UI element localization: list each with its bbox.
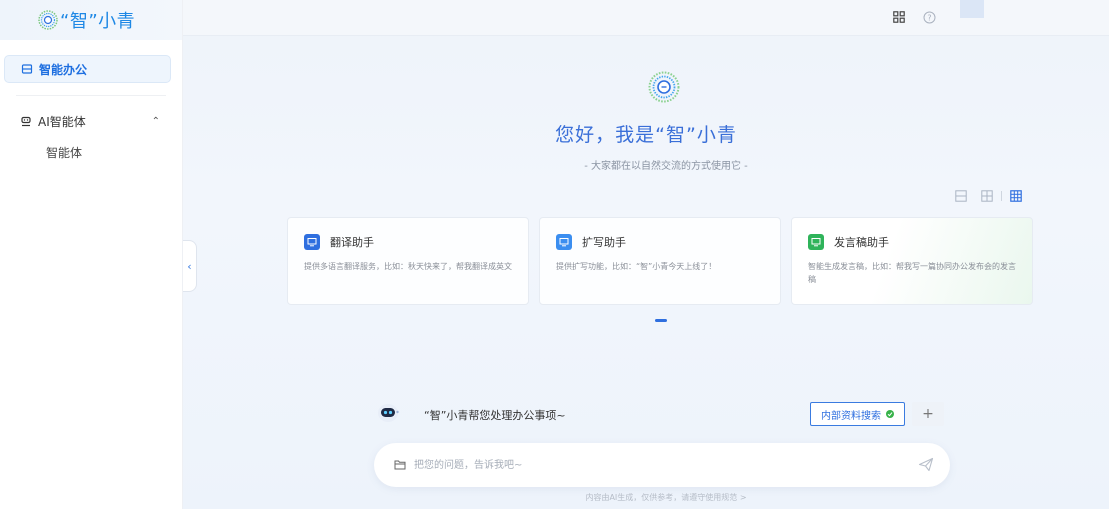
assistant-cards: 翻译助手 提供多语言翻译服务，比如：秋天快来了，帮我翻译成英文 扩写助手 提供扩… <box>287 217 1033 305</box>
ai-disclaimer[interactable]: 内容由AI生成，仅供参考，请遵守使用规范 > <box>183 492 1109 503</box>
send-icon[interactable] <box>918 457 934 472</box>
assistant-prompt-row: “智”小青帮您处理办公事项~ 内部资料搜索 + <box>376 402 951 426</box>
internal-search-button[interactable]: 内部资料搜索 <box>810 402 905 426</box>
topbar: ? <box>183 0 1109 36</box>
card-translation-assistant[interactable]: 翻译助手 提供多语言翻译服务，比如：秋天快来了，帮我翻译成英文 <box>287 217 529 305</box>
collapse-sidebar-button[interactable]: ‹ <box>183 240 197 292</box>
assistant-prompt-text: “智”小青帮您处理办公事项~ <box>424 409 566 422</box>
sidebar-divider <box>16 95 166 96</box>
card-title: 扩写助手 <box>582 236 626 249</box>
avatar[interactable] <box>960 0 984 18</box>
card-expansion-assistant[interactable]: 扩写助手 提供扩写功能，比如：“智”小青今天上线了！ <box>539 217 781 305</box>
sidebar-item-label: 智能办公 <box>39 62 88 77</box>
card-title: 发言稿助手 <box>834 236 889 249</box>
card-header: 发言稿助手 <box>808 234 1016 250</box>
chevron-up-icon[interactable]: ⌃ <box>152 116 160 127</box>
sidebar: “智”小青 智能办公 AI智能体 ⌃ 智能体 <box>0 0 183 509</box>
check-circle-icon <box>886 410 894 418</box>
office-icon <box>21 64 33 74</box>
card-title: 翻译助手 <box>330 236 374 249</box>
main-area: ? ‹ 您好，我是“智”小青 - 大家都在以自然交流的方式使用它 - 翻译助手 … <box>183 0 1109 509</box>
folder-icon[interactable] <box>394 459 406 470</box>
toggle-separator <box>1001 191 1002 201</box>
help-icon[interactable]: ? <box>923 11 936 24</box>
view-toggle-group <box>955 190 1022 202</box>
add-button[interactable]: + <box>912 402 944 426</box>
agent-icon <box>21 116 31 127</box>
sidebar-group-ai-agent[interactable]: AI智能体 ⌃ <box>20 113 160 129</box>
card-description: 智能生成发言稿，比如：帮我写一篇协同办公发布会的发言稿 <box>808 262 1016 284</box>
monitor-icon <box>808 234 824 250</box>
greeting-subtitle: - 大家都在以自然交流的方式使用它 - <box>584 161 748 172</box>
card-speech-assistant[interactable]: 发言稿助手 智能生成发言稿，比如：帮我写一篇协同办公发布会的发言稿 <box>791 217 1033 305</box>
robot-icon <box>378 404 399 422</box>
svg-text:?: ? <box>927 13 931 22</box>
grid-view-icon[interactable] <box>1010 190 1022 202</box>
monitor-icon <box>556 234 572 250</box>
carousel-indicator[interactable] <box>655 319 667 322</box>
chevron-left-icon: ‹ <box>187 259 192 273</box>
card-description: 提供多语言翻译服务，比如：秋天快来了，帮我翻译成英文 <box>304 262 512 271</box>
monitor-icon <box>304 234 320 250</box>
apps-grid-icon[interactable] <box>893 11 905 23</box>
chat-input-box <box>374 443 950 487</box>
sidebar-item-agent[interactable]: 智能体 <box>46 144 82 161</box>
sidebar-item-smart-office[interactable]: 智能办公 <box>4 55 171 83</box>
card-description: 提供扩写功能，比如：“智”小青今天上线了！ <box>556 262 717 271</box>
card-header: 扩写助手 <box>556 234 764 250</box>
list-view-icon[interactable] <box>955 190 967 202</box>
logo-bar: “智”小青 <box>0 0 182 40</box>
chat-input[interactable] <box>414 455 894 475</box>
hero-logo-icon <box>648 71 680 103</box>
greeting-title: 您好，我是“智”小青 <box>555 124 737 146</box>
logo-text: “智”小青 <box>60 11 136 32</box>
card-header: 翻译助手 <box>304 234 512 250</box>
two-column-view-icon[interactable] <box>981 190 993 202</box>
internal-search-label: 内部资料搜索 <box>821 410 881 422</box>
sidebar-group-label: AI智能体 <box>38 114 86 129</box>
logo-icon <box>38 10 58 30</box>
